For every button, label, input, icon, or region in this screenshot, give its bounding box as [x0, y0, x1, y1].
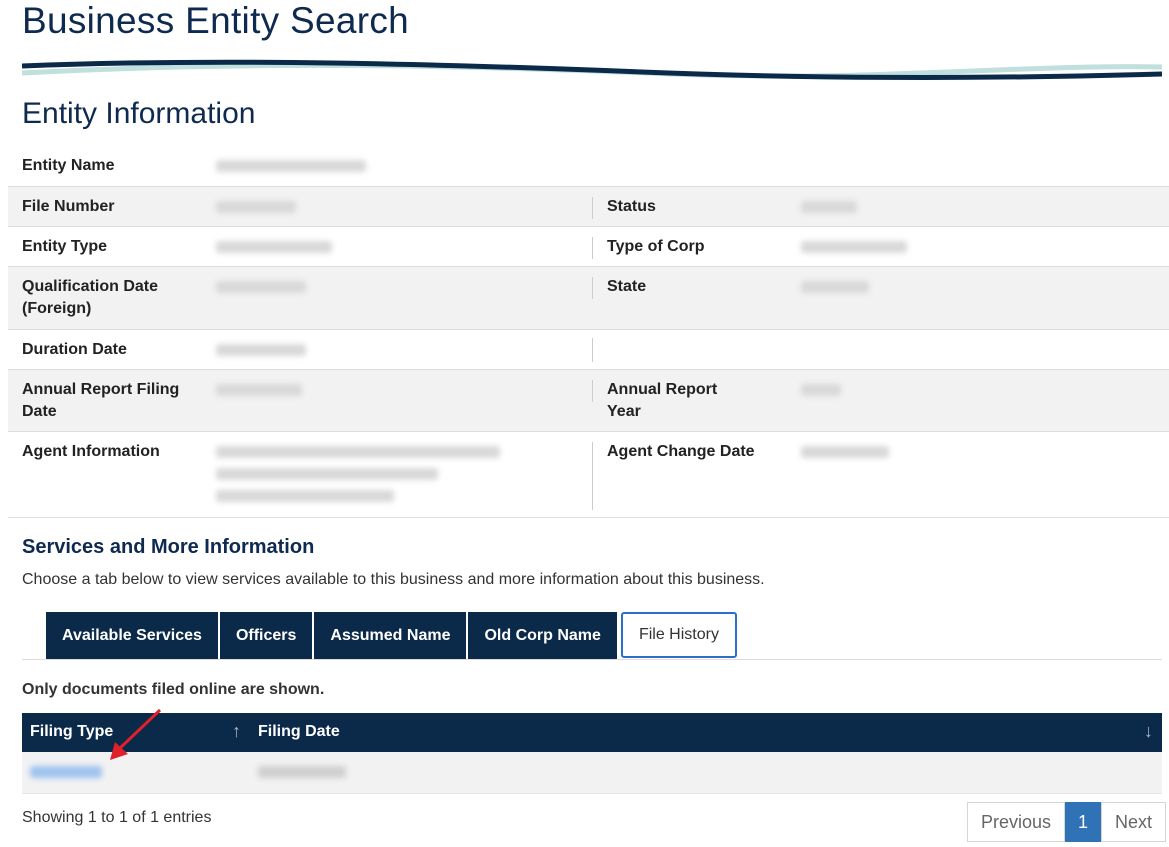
- filing-date-value: [258, 766, 346, 778]
- entity-name-label: Entity Name: [22, 157, 115, 174]
- table-header: Filing Type ↑ Filing Date ↓: [22, 713, 1162, 752]
- table-row: [22, 752, 1162, 794]
- state-value: [801, 276, 869, 298]
- agent-information-label: Agent Information: [22, 443, 160, 460]
- agent-change-date-label: Agent Change Date: [607, 443, 755, 460]
- pagination: Previous 1 Next: [967, 802, 1167, 842]
- entity-type-label: Entity Type: [22, 238, 108, 255]
- qualification-date-label: Qualification Date (Foreign): [22, 278, 159, 317]
- column-divider: [592, 277, 593, 299]
- services-description: Choose a tab below to view services avai…: [22, 571, 765, 588]
- tab-file-history[interactable]: File History: [620, 612, 737, 658]
- file-number-label: File Number: [22, 198, 115, 215]
- status-label: Status: [607, 198, 656, 215]
- filing-type-link[interactable]: [30, 766, 102, 778]
- entity-information-heading: Entity Information: [22, 97, 256, 130]
- previous-page-button[interactable]: Previous: [967, 802, 1066, 842]
- annual-report-filing-date-label: Annual Report Filing Date: [22, 381, 180, 420]
- annual-report-filing-date-value: [216, 379, 302, 401]
- qualification-date-row: Qualification Date (Foreign) State: [8, 267, 1169, 330]
- column-header-filing-type[interactable]: Filing Type: [30, 723, 113, 741]
- next-page-button[interactable]: Next: [1101, 802, 1167, 842]
- sort-desc-icon[interactable]: ↓: [1144, 721, 1153, 742]
- tabs-divider: [22, 659, 1162, 660]
- entity-information-table: Entity Name File Number Status Entity Ty…: [8, 147, 1169, 518]
- duration-date-label: Duration Date: [22, 341, 127, 358]
- tab-old-corp-name[interactable]: Old Corp Name: [468, 612, 617, 660]
- annual-report-row: Annual Report Filing Date Annual Report …: [8, 370, 1169, 432]
- entity-name-row: Entity Name: [8, 147, 1169, 187]
- tab-officers[interactable]: Officers: [219, 612, 313, 660]
- services-heading: Services and More Information: [22, 536, 315, 558]
- agent-information-row: Agent Information Agent Change Date: [8, 432, 1169, 518]
- page-1-button[interactable]: 1: [1065, 802, 1102, 842]
- column-divider: [592, 197, 593, 219]
- online-documents-note: Only documents filed online are shown.: [22, 681, 325, 698]
- column-header-filing-date[interactable]: Filing Date: [258, 723, 340, 741]
- entries-count: Showing 1 to 1 of 1 entries: [22, 809, 212, 826]
- sort-asc-icon[interactable]: ↑: [232, 721, 241, 742]
- agent-information-value: [216, 441, 500, 507]
- duration-date-row: Duration Date: [8, 330, 1169, 370]
- status-value: [801, 196, 857, 218]
- annotation-arrow-icon: [110, 708, 162, 760]
- qualification-date-value: [216, 276, 306, 298]
- entity-type-row: Entity Type Type of Corp: [8, 227, 1169, 267]
- duration-date-value: [216, 339, 306, 361]
- page-title: Business Entity Search: [22, 0, 410, 41]
- annual-report-year-value: [801, 379, 841, 401]
- entity-name-value: [216, 155, 366, 177]
- state-label: State: [607, 278, 647, 295]
- decorative-wave-divider: [22, 59, 1162, 80]
- services-tabs: Available Services Officers Assumed Name…: [46, 612, 739, 660]
- tab-available-services[interactable]: Available Services: [46, 612, 218, 660]
- type-of-corp-value: [801, 236, 907, 258]
- agent-change-date-value: [801, 441, 889, 463]
- column-divider: [592, 380, 593, 402]
- tab-assumed-name[interactable]: Assumed Name: [314, 612, 467, 660]
- file-number-row: File Number Status: [8, 187, 1169, 227]
- annual-report-year-label: Annual Report Year: [607, 381, 718, 420]
- file-history-table: Filing Type ↑ Filing Date ↓: [22, 713, 1162, 794]
- file-number-value: [216, 196, 296, 218]
- column-divider: [592, 338, 593, 362]
- column-divider: [592, 442, 593, 510]
- type-of-corp-label: Type of Corp: [607, 238, 705, 255]
- column-divider: [592, 237, 593, 259]
- entity-type-value: [216, 236, 332, 258]
